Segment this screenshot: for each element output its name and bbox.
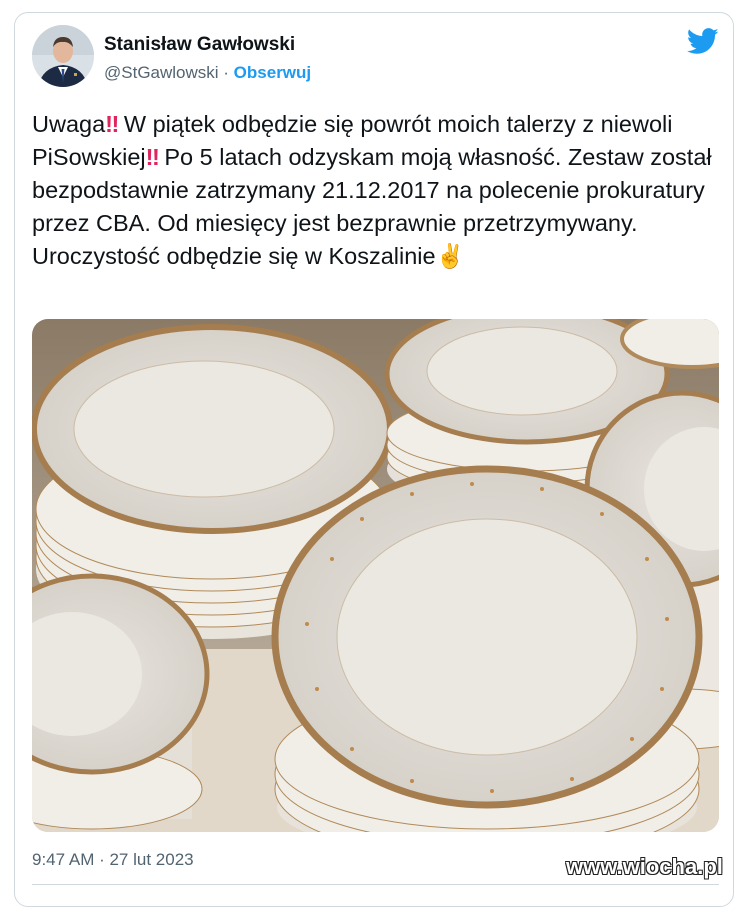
tweet-text: Uwaga‼ W piątek odbędzie się powrót moic… [32, 108, 722, 273]
plates-photo [32, 319, 719, 832]
twitter-bird-svg [686, 28, 719, 54]
twitter-bird-icon[interactable] [686, 28, 719, 55]
divider [32, 884, 719, 885]
victory-hand-emoji-icon: ✌ [435, 243, 465, 269]
plate-stack-front-center [271, 465, 703, 832]
watermark-text: www.wiocha.pl [566, 854, 723, 879]
double-exclamation-emoji-icon-2: ‼ [145, 144, 160, 170]
double-exclamation-emoji-icon: ‼ [105, 111, 119, 137]
follow-button[interactable]: Obserwuj [234, 63, 311, 82]
tweet-timestamp[interactable]: 9:47 AM · 27 lut 2023 [32, 850, 194, 870]
avatar-image [32, 25, 94, 87]
author-meta: @StGawlowski · Obserwuj [104, 63, 311, 83]
tweet-photo[interactable] [32, 319, 719, 832]
tweet-text-part-1: Uwaga [32, 111, 106, 137]
avatar[interactable] [32, 25, 94, 87]
meta-separator: · [218, 63, 234, 82]
author-handle[interactable]: @StGawlowski [104, 63, 219, 82]
author-name[interactable]: Stanisław Gawłowski [104, 34, 295, 56]
plate-stack-front-left [32, 573, 210, 830]
